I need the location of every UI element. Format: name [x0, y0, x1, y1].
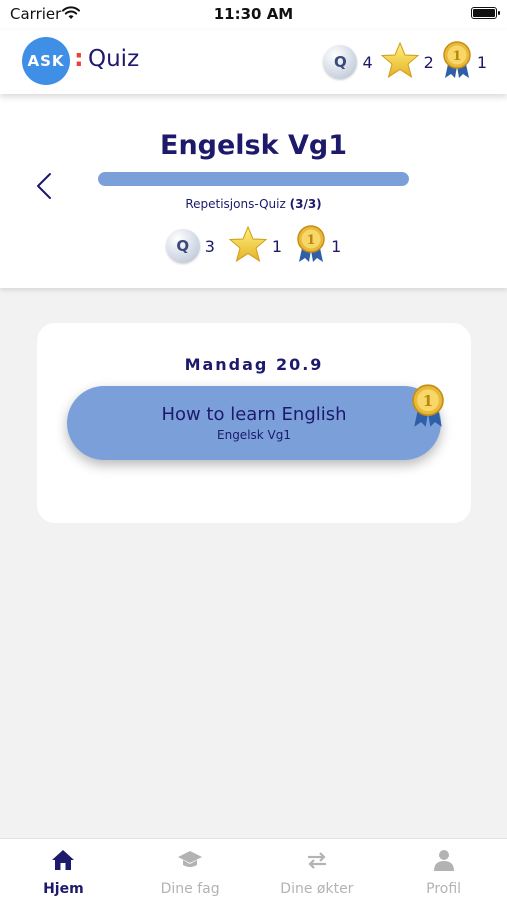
user-icon: [433, 849, 455, 875]
svg-text:1: 1: [423, 392, 433, 410]
tab-dine-fag[interactable]: Dine fag: [127, 839, 254, 900]
app-header: ASK : Quiz Q 4 2 1 1: [0, 30, 507, 94]
logo-colon: :: [74, 44, 84, 72]
repeat-icon: [305, 849, 329, 875]
graduation-cap-icon: [177, 849, 203, 875]
svg-text:1: 1: [452, 49, 461, 64]
tab-label: Hjem: [43, 881, 84, 897]
session-button[interactable]: How to learn English Engelsk Vg1 1: [67, 384, 444, 460]
medal-count: 1: [476, 52, 487, 72]
course-medal-count: 1: [331, 236, 342, 256]
header-stats: Q 4 2 1 1: [315, 40, 487, 84]
medal-icon: 1: [442, 40, 472, 84]
tab-profil[interactable]: Profil: [380, 839, 507, 900]
session-subtitle: Engelsk Vg1: [217, 428, 291, 442]
star-icon: [380, 41, 419, 82]
star-stat: 2: [380, 41, 434, 82]
quiz-stat: Q 4: [323, 45, 373, 79]
app-title: Quiz: [88, 46, 140, 72]
quiz-progress-text: (3/3): [289, 197, 322, 211]
svg-text:1: 1: [307, 233, 316, 248]
session-title: How to learn English: [161, 404, 347, 425]
battery-icon: [471, 7, 500, 19]
session-date: Mandag 20.9: [184, 355, 324, 374]
tab-label: Dine økter: [280, 881, 354, 897]
course-star-stat: 1: [228, 225, 283, 266]
medal-stat: 1 1: [442, 40, 487, 84]
status-bar: Carrier 11:30 AM: [0, 0, 507, 30]
tab-label: Dine fag: [160, 881, 220, 897]
tab-dine-okter[interactable]: Dine økter: [254, 839, 381, 900]
quiz-label: Repetisjons-Quiz (3/3): [0, 197, 507, 211]
course-title: Engelsk Vg1: [160, 130, 347, 161]
quiz-badge-icon: Q: [323, 45, 358, 79]
quiz-badge-icon: Q: [165, 229, 200, 263]
course-progress-fill: [98, 172, 409, 186]
course-quiz-count: 3: [204, 236, 215, 256]
quiz-label-text: Repetisjons-Quiz: [185, 197, 286, 211]
medal-icon: 1: [409, 383, 447, 433]
course-star-count: 1: [271, 236, 283, 256]
ask-logo: ASK: [22, 37, 70, 85]
medal-icon: 1: [296, 224, 326, 268]
session-card: Mandag 20.9 How to learn English Engelsk…: [37, 323, 471, 523]
star-count: 2: [423, 52, 434, 72]
home-icon: [51, 849, 75, 875]
quiz-count: 4: [362, 52, 373, 72]
course-stats: Q 3 1 1 1: [0, 224, 507, 268]
tab-hjem[interactable]: Hjem: [0, 839, 127, 900]
status-time: 11:30 AM: [213, 5, 294, 23]
star-icon: [228, 225, 268, 266]
course-quiz-stat: Q 3: [165, 229, 215, 263]
course-medal-stat: 1 1: [296, 224, 341, 268]
course-panel: Engelsk Vg1 Repetisjons-Quiz (3/3) Q 3 1: [0, 94, 507, 288]
tab-label: Profil: [426, 881, 462, 897]
course-progress-bar: [98, 172, 409, 186]
tab-bar: Hjem Dine fag Dine økter Profil: [0, 838, 507, 900]
